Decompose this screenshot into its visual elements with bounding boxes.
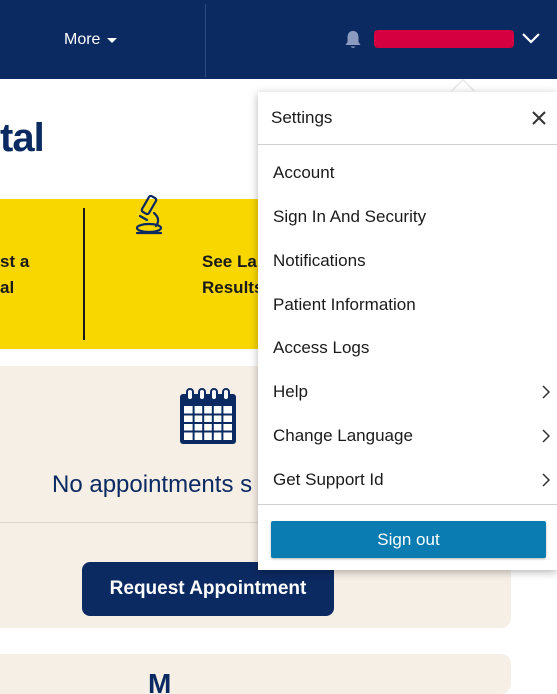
chevron-right-icon xyxy=(542,473,550,487)
microscope-icon xyxy=(135,194,163,235)
menu-item-notifications[interactable]: Notifications xyxy=(258,241,557,281)
settings-header: Settings xyxy=(258,92,557,145)
calendar-icon xyxy=(180,388,236,444)
menu-item-help[interactable]: Help xyxy=(258,372,557,412)
tile-2-line-2: Results xyxy=(202,278,264,297)
menu-item-label: Notifications xyxy=(273,251,366,270)
tile-1-line-1: st a xyxy=(0,252,30,271)
quick-action-tile-1[interactable]: st a al xyxy=(0,249,29,301)
more-label: More xyxy=(64,31,101,48)
menu-item-get-support-id[interactable]: Get Support Id xyxy=(258,460,557,500)
quick-action-tile-2[interactable]: See La Results xyxy=(202,249,263,301)
caret-down-icon xyxy=(107,37,118,43)
bell-icon[interactable] xyxy=(344,30,362,50)
next-card: M xyxy=(0,654,511,694)
menu-item-change-language[interactable]: Change Language xyxy=(258,416,557,456)
next-card-heading: M xyxy=(148,668,172,694)
settings-dropdown: Settings Account Sign In And Security No… xyxy=(258,92,557,570)
more-menu-button[interactable]: More xyxy=(64,31,118,49)
menu-item-label: Patient Information xyxy=(273,295,416,314)
menu-item-label: Access Logs xyxy=(273,338,370,357)
menu-item-label: Change Language xyxy=(273,426,413,445)
chevron-right-icon xyxy=(542,385,550,399)
menu-item-sign-in-security[interactable]: Sign In And Security xyxy=(258,197,557,237)
menu-item-label: Sign In And Security xyxy=(273,207,427,226)
menu-item-label: Account xyxy=(273,163,335,182)
settings-title: Settings xyxy=(271,108,333,127)
menu-divider xyxy=(258,504,557,505)
no-appointments-text: No appointments s xyxy=(52,471,253,498)
tile-2-line-1: See La xyxy=(202,252,257,271)
menu-item-label: Get Support Id xyxy=(273,470,384,489)
username-redacted[interactable] xyxy=(374,30,514,48)
page-title: tal xyxy=(0,116,45,160)
close-icon[interactable] xyxy=(530,109,548,127)
sign-out-button[interactable]: Sign out xyxy=(271,521,546,558)
chevron-right-icon xyxy=(542,429,550,443)
nav-divider xyxy=(205,4,206,77)
request-appointment-button[interactable]: Request Appointment xyxy=(82,562,334,616)
menu-item-access-logs[interactable]: Access Logs xyxy=(258,328,557,368)
top-navigation-bar: More xyxy=(0,0,557,79)
menu-item-label: Help xyxy=(273,382,308,401)
menu-item-account[interactable]: Account xyxy=(258,153,557,193)
chevron-down-icon[interactable] xyxy=(520,30,542,46)
tile-1-line-2: al xyxy=(0,278,15,297)
tile-divider xyxy=(83,208,85,340)
menu-item-patient-information[interactable]: Patient Information xyxy=(258,285,557,325)
